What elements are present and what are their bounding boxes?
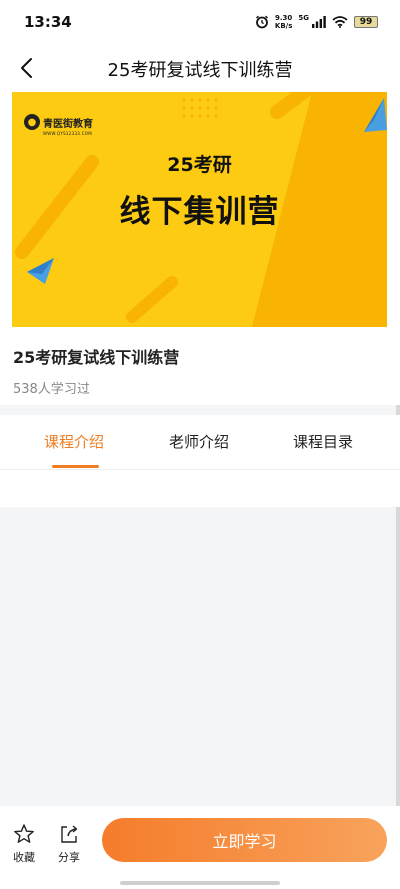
back-arrow-icon bbox=[21, 58, 32, 78]
star-icon bbox=[14, 824, 34, 843]
tab-teacher-intro[interactable]: 老师介绍 bbox=[169, 431, 229, 452]
course-banner: ● 青医街教育 WWW.QYS12333.COM 25考研 线下集训营 bbox=[12, 92, 387, 327]
learner-count: 538人学习过 bbox=[13, 382, 90, 397]
battery-indicator: 99 bbox=[354, 16, 378, 28]
status-bar: 13:34 9.30 KB/s 5G 99 bbox=[0, 0, 400, 44]
banner-area: ● 青医街教育 WWW.QYS12333.COM 25考研 线下集训营 bbox=[0, 92, 400, 327]
signal-icon bbox=[312, 16, 326, 28]
start-learning-button[interactable]: 立即学习 bbox=[102, 818, 387, 862]
nav-bar: 25考研复试线下训练营 bbox=[0, 44, 400, 92]
share-icon bbox=[61, 825, 78, 843]
alarm-icon bbox=[255, 15, 268, 29]
logo-icon: ● bbox=[24, 114, 40, 130]
bottom-action-bar: 收藏 分享 立即学习 bbox=[0, 806, 400, 889]
home-indicator[interactable] bbox=[120, 881, 280, 885]
status-icons: 9.30 KB/s 5G 99 bbox=[255, 14, 378, 30]
banner-title: 线下集训营 bbox=[119, 194, 280, 230]
tab-content bbox=[0, 470, 400, 507]
course-tabs: 课程介绍 老师介绍 课程目录 bbox=[0, 415, 400, 470]
wifi-icon bbox=[332, 16, 348, 28]
network-type: 5G bbox=[298, 14, 309, 22]
banner-headline: 25考研 bbox=[167, 154, 232, 176]
course-title: 25考研复试线下训练营 bbox=[13, 348, 180, 367]
status-time: 13:34 bbox=[24, 13, 72, 31]
favorite-button[interactable]: 收藏 bbox=[7, 823, 41, 865]
back-button[interactable] bbox=[12, 54, 40, 82]
network-speed: 9.30 KB/s bbox=[274, 14, 293, 30]
share-button[interactable]: 分享 bbox=[52, 823, 86, 865]
tab-course-intro[interactable]: 课程介绍 bbox=[44, 431, 104, 452]
course-info: 25考研复试线下训练营 538人学习过 bbox=[0, 327, 400, 405]
logo-url: WWW.QYS12333.COM bbox=[43, 131, 92, 136]
brand-logo: ● 青医街教育 bbox=[24, 114, 93, 130]
page-title: 25考研复试线下训练营 bbox=[107, 60, 293, 81]
tab-course-catalog[interactable]: 课程目录 bbox=[293, 431, 353, 452]
active-tab-indicator bbox=[52, 465, 99, 468]
